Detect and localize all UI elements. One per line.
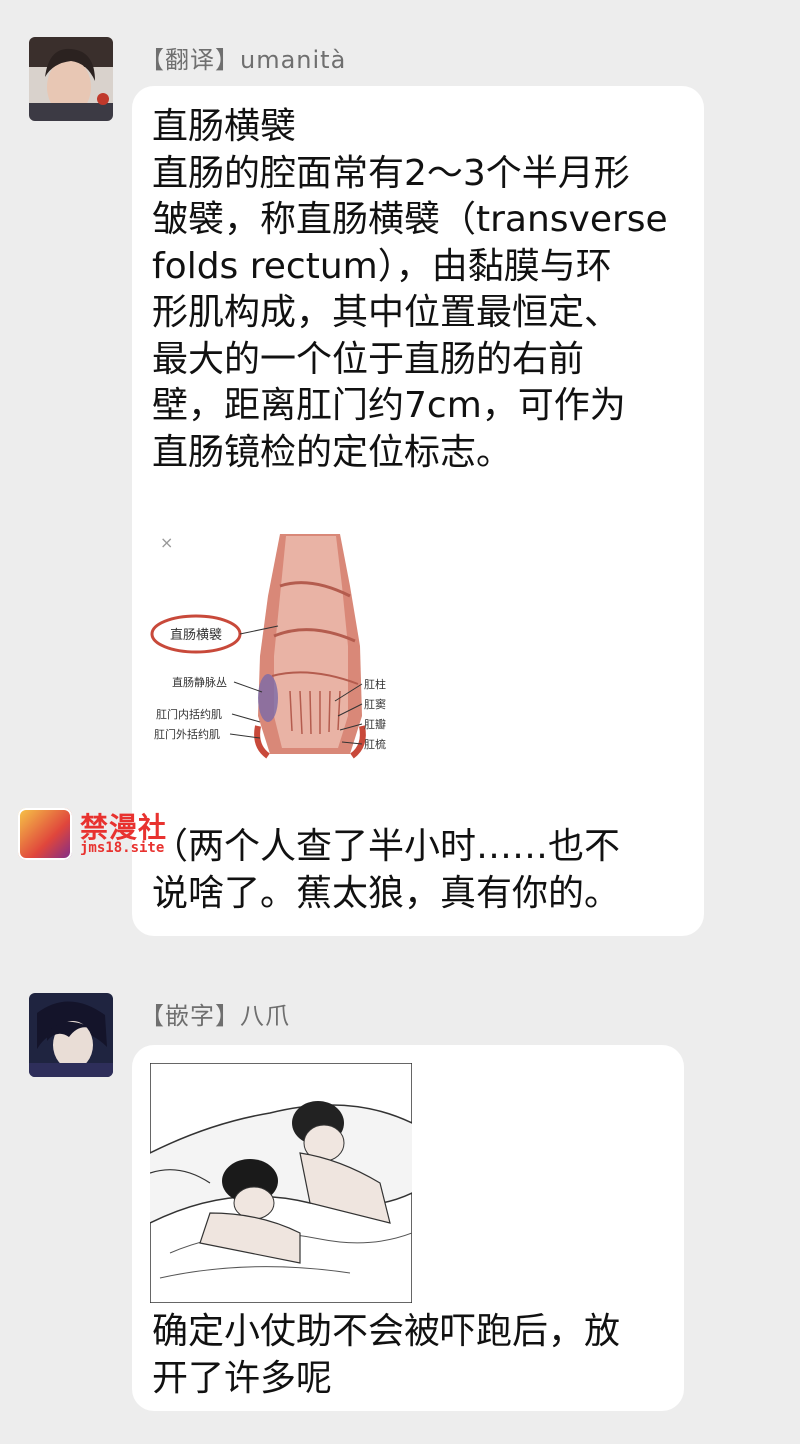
watermark-logo-icon	[18, 808, 72, 860]
close-icon: ×	[160, 533, 173, 552]
fig-label-left: 肛门外括约肌	[154, 727, 220, 741]
fig-label-right: 肛瓣	[364, 717, 386, 731]
sender-name: 【嵌字】八爪	[140, 1002, 290, 1030]
fig-label-right: 肛柱	[364, 677, 386, 691]
watermark: 禁漫社 jms18.site	[18, 806, 168, 862]
message-caption: （两个人查了半小时……也不 说啥了。蕉太狼，真有你的。	[152, 826, 621, 914]
rectum-diagram-image: × 直肠横襞 直肠静脉丛 肛门内括约肌 肛门外括约肌 肛柱 肛窦 肛瓣 肛梳	[150, 526, 390, 766]
avatar-translator[interactable]	[29, 37, 113, 121]
message-text: 直肠横襞 直肠的腔面常有2～3个半月形 皱襞，称直肠横襞（transverse …	[152, 106, 668, 473]
fig-label-right: 肛窦	[364, 698, 386, 711]
message-bubble[interactable]: 确定小仗助不会被吓跑后，放 开了许多呢	[132, 1045, 684, 1411]
fig-label-left: 直肠静脉丛	[172, 675, 227, 689]
fig-label-right: 肛梳	[364, 737, 386, 751]
fig-label-left: 肛门内括约肌	[156, 707, 222, 721]
avatar-letterer[interactable]	[29, 993, 113, 1077]
avatar-image	[29, 37, 113, 121]
manga-panel-image	[150, 1063, 412, 1303]
sender-name: 【翻译】umanità	[140, 46, 347, 74]
watermark-url: jms18.site	[80, 840, 165, 856]
avatar-image	[29, 993, 113, 1077]
message-bubble[interactable]: 直肠横襞 直肠的腔面常有2～3个半月形 皱襞，称直肠横襞（transverse …	[132, 86, 704, 936]
message-caption: 确定小仗助不会被吓跑后，放 开了许多呢	[152, 1311, 621, 1399]
fig-label-circled: 直肠横襞	[170, 627, 222, 643]
